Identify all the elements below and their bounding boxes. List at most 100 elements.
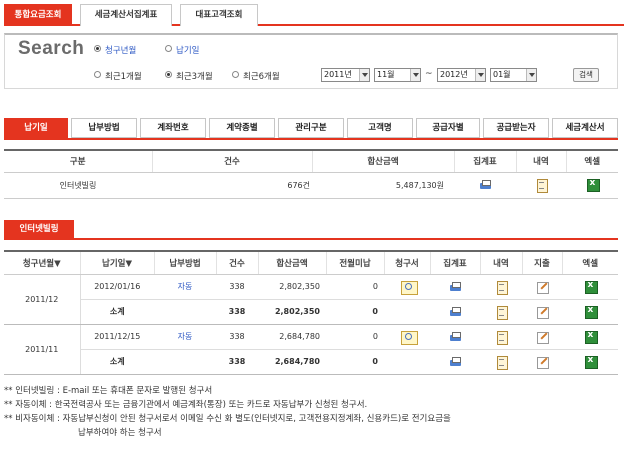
tab-integrated-billing[interactable]: 통합요금조회 [4, 4, 72, 26]
edit-icon[interactable] [536, 331, 549, 344]
subtotal-row: 소계 338 2,802,350 0 [4, 299, 618, 325]
from-month-select[interactable]: 11월 [374, 68, 421, 82]
invoice-view-icon[interactable] [400, 330, 418, 345]
subtotal-label: 소계 [80, 349, 154, 375]
table-row: 인터넷빌링 676건 5,487,130원 [4, 172, 618, 199]
tab-due-date[interactable]: 납기일 [4, 118, 68, 138]
to-month-select[interactable]: 01월 [490, 68, 537, 82]
invoice-view-icon[interactable] [400, 280, 418, 295]
subtotal-unpaid: 0 [326, 299, 384, 325]
col-details: 내역 [479, 251, 522, 275]
to-year-select[interactable]: 2012년 [437, 68, 486, 82]
print-icon[interactable] [479, 179, 492, 191]
radio-due-date-label: 납기일 [176, 46, 200, 56]
from-year-value: 2011년 [324, 70, 352, 79]
tab-management-type[interactable]: 관리구분 [278, 118, 344, 138]
payment-method-link[interactable]: 자동 [154, 274, 216, 300]
document-icon[interactable] [535, 179, 548, 193]
note-non-auto-transfer: ** 비자동이체 : 자동납부신청이 안된 청구서로서 이메일 수신 화 별도(… [4, 414, 451, 424]
excel-icon[interactable] [584, 280, 598, 294]
edit-icon[interactable] [536, 306, 549, 319]
radio-last-3-months-label: 최근3개월 [176, 72, 213, 82]
col-billing-month[interactable]: 청구년월▼ [4, 251, 80, 275]
excel-icon[interactable] [586, 178, 600, 192]
note-internet-billing: ** 인터넷빌링 : E-mail 또는 휴대폰 문자로 발행된 청구서 [4, 386, 213, 396]
col-count: 건수 [215, 251, 258, 275]
unpaid-cell: 0 [326, 274, 384, 300]
col-excel: 엑셀 [561, 251, 618, 275]
excel-icon[interactable] [584, 330, 598, 344]
document-icon[interactable] [495, 330, 508, 345]
subtotal-label: 소계 [80, 299, 154, 325]
detail-table: 청구년월▼ 납기일▼ 납부방법 건수 합산금액 전월미납 청구서 집계표 내역 … [4, 250, 618, 375]
category-cell: 인터넷빌링 [4, 172, 152, 199]
section-label-internet-billing: 인터넷빌링 [4, 220, 74, 238]
subtotal-amount: 2,684,780 [258, 349, 326, 375]
tab-account-number[interactable]: 계좌번호 [140, 118, 206, 138]
edit-icon[interactable] [536, 356, 549, 369]
col-category: 구분 [4, 150, 152, 173]
excel-icon[interactable] [584, 305, 598, 319]
summary-header-row: 구분 건수 합산금액 집계표 내역 엑셀 [4, 150, 618, 173]
payment-method-link[interactable]: 자동 [154, 324, 216, 350]
chevron-down-icon [359, 69, 369, 81]
count-cell: 338 [216, 274, 258, 300]
subtotal-row: 소계 338 2,684,780 0 [4, 349, 618, 375]
radio-last-3-months[interactable] [165, 71, 172, 78]
radio-billing-month[interactable] [94, 45, 101, 52]
top-tab-bar: 통합요금조회 세금계산서집계표 대표고객조회 [4, 4, 624, 26]
amount-cell: 2,684,780 [258, 324, 326, 350]
note-auto-transfer: ** 자동이체 : 한국전력공사 또는 금융기관에서 예금계좌(통장) 또는 카… [4, 400, 368, 410]
count-cell: 338 [216, 324, 258, 350]
tab-tax-invoice-summary[interactable]: 세금계산서집계표 [80, 4, 172, 26]
col-due-date[interactable]: 납기일▼ [79, 251, 154, 275]
tab-payment-method[interactable]: 납부방법 [71, 118, 137, 138]
document-icon[interactable] [495, 355, 508, 370]
col-expense: 지출 [521, 251, 562, 275]
radio-last-6-months[interactable] [232, 71, 239, 78]
from-year-select[interactable]: 2011년 [321, 68, 370, 82]
col-details: 내역 [515, 150, 566, 173]
radio-due-date[interactable] [165, 45, 172, 52]
sort-tab-bar: 납기일 납부방법 계좌번호 계약종별 관리구분 고객명 공급자별 공급받는자 세… [4, 118, 618, 140]
col-total-amount: 합산금액 [257, 251, 326, 275]
tab-by-supplier[interactable]: 공급자별 [416, 118, 480, 138]
col-count: 건수 [151, 150, 312, 173]
edit-icon[interactable] [536, 281, 549, 294]
table-row: 2011/11 2011/12/15 자동 338 2,684,780 0 [4, 324, 618, 375]
print-icon[interactable] [449, 356, 462, 368]
chevron-down-icon [475, 69, 485, 81]
document-icon[interactable] [495, 305, 508, 320]
col-excel: 엑셀 [565, 150, 618, 173]
range-separator: ~ [425, 69, 433, 79]
radio-billing-month-label: 청구년월 [105, 46, 137, 56]
unpaid-cell: 0 [326, 324, 384, 350]
col-total-amount: 합산금액 [311, 150, 454, 173]
col-payment-method: 납부방법 [153, 251, 216, 275]
print-icon[interactable] [449, 306, 462, 318]
to-year-value: 2012년 [440, 70, 468, 79]
tab-customer-name[interactable]: 고객명 [347, 118, 413, 138]
section-tab-bar: 인터넷빌링 [4, 220, 618, 240]
due-date-cell: 2011/12/15 [80, 324, 154, 350]
amount-cell: 5,487,130원 [312, 172, 454, 199]
radio-last-1-month[interactable] [94, 71, 101, 78]
tab-contract-type[interactable]: 계약종별 [209, 118, 275, 138]
tab-tax-invoice[interactable]: 세금계산서 [552, 118, 618, 138]
col-summary: 집계표 [429, 251, 480, 275]
tab-recipient[interactable]: 공급받는자 [483, 118, 549, 138]
subtotal-unpaid: 0 [326, 349, 384, 375]
subtotal-amount: 2,802,350 [258, 299, 326, 325]
subtotal-count: 338 [216, 349, 258, 375]
col-previous-unpaid: 전월미납 [325, 251, 384, 275]
col-invoice: 청구서 [383, 251, 430, 275]
document-icon[interactable] [495, 280, 508, 295]
excel-icon[interactable] [584, 355, 598, 369]
search-button[interactable]: 검색 [573, 68, 599, 82]
chevron-down-icon [526, 69, 536, 81]
print-icon[interactable] [449, 331, 462, 343]
radio-last-1-month-label: 최근1개월 [105, 72, 142, 82]
print-icon[interactable] [449, 281, 462, 293]
tab-representative-customer[interactable]: 대표고객조회 [180, 4, 258, 26]
from-month-value: 11월 [377, 70, 395, 79]
